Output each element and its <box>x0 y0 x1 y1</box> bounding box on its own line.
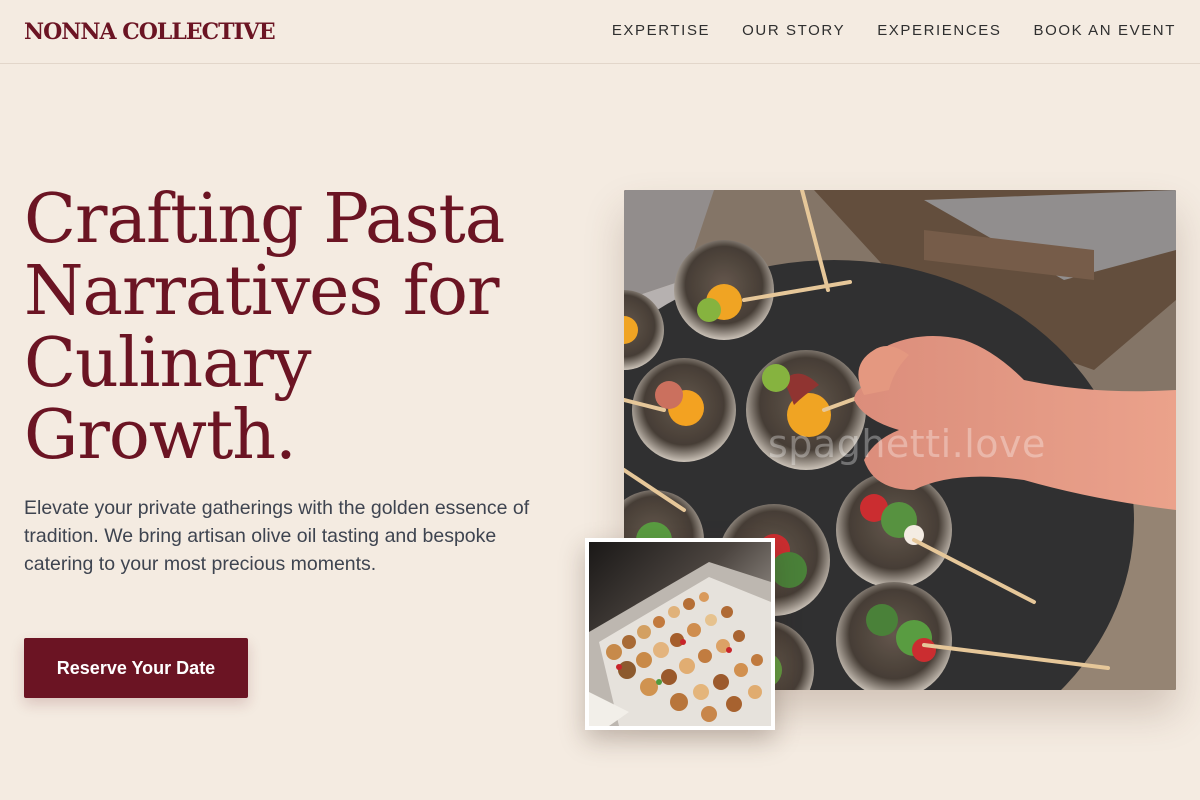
hero-title-line: Growth. <box>24 396 297 475</box>
brand-logo[interactable]: NONNA COLLECTIVE <box>24 19 276 45</box>
nav-item-experiences[interactable]: EXPERIENCES <box>877 22 1001 39</box>
reserve-date-button[interactable]: Reserve Your Date <box>24 638 248 698</box>
hero-title: Crafting Pasta Narratives for Culinary G… <box>24 184 564 472</box>
image-watermark: spaghetti.love <box>768 422 1046 466</box>
hero-title-line: Narratives for <box>24 252 499 331</box>
hero-title-line: Culinary <box>24 324 312 403</box>
dessert-buffet-image <box>589 542 771 726</box>
hero-title-line: Crafting Pasta <box>24 180 505 259</box>
hero-inset-photo <box>585 538 775 730</box>
main-nav: EXPERTISE OUR STORY EXPERIENCES BOOK AN … <box>612 22 1176 39</box>
nav-item-our-story[interactable]: OUR STORY <box>742 22 845 39</box>
nav-item-book-an-event[interactable]: BOOK AN EVENT <box>1034 22 1177 39</box>
nav-item-expertise[interactable]: EXPERTISE <box>612 22 710 39</box>
hero-subtitle: Elevate your private gatherings with the… <box>24 497 530 575</box>
site-header: NONNA COLLECTIVE EXPERTISE OUR STORY EXP… <box>0 0 1200 64</box>
